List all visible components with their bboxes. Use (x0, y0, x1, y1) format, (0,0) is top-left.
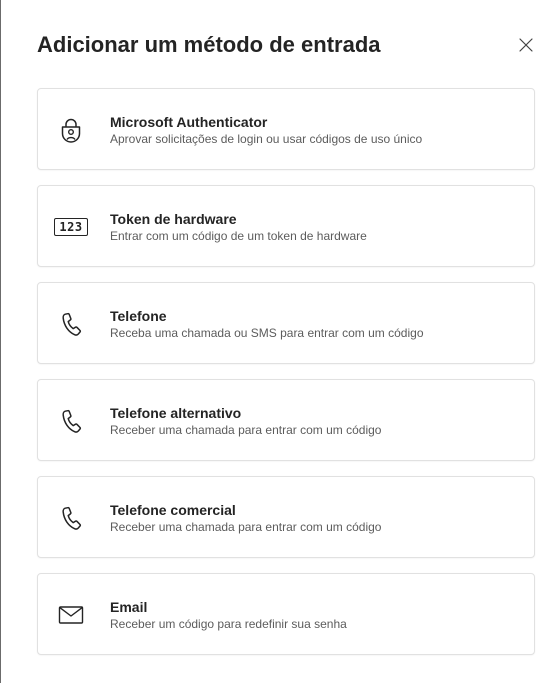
method-description: Entrar com um código de um token de hard… (110, 229, 367, 243)
close-button[interactable] (515, 34, 537, 56)
method-description: Receber uma chamada para entrar com um c… (110, 423, 382, 437)
method-text: Telefone alternativo Receber uma chamada… (110, 405, 522, 438)
method-option-email[interactable]: Email Receber um código para redefinir s… (37, 573, 535, 655)
method-title: Telefone comercial (110, 502, 236, 518)
method-option-office-phone[interactable]: Telefone comercial Receber uma chamada p… (37, 476, 535, 558)
phone-icon (52, 402, 90, 440)
method-option-phone[interactable]: Telefone Receba uma chamada ou SMS para … (37, 282, 535, 364)
hardware-token-icon-label: 123 (54, 218, 88, 236)
method-option-alternate-phone[interactable]: Telefone alternativo Receber uma chamada… (37, 379, 535, 461)
method-description: Receba uma chamada ou SMS para entrar co… (110, 326, 424, 340)
method-title: Token de hardware (110, 211, 237, 227)
method-text: Microsoft Authenticator Aprovar solicita… (110, 114, 522, 147)
method-description: Aprovar solicitações de login ou usar có… (110, 132, 423, 146)
method-option-hardware-token[interactable]: 123 Token de hardware Entrar com um códi… (37, 185, 535, 267)
method-text: Token de hardware Entrar com um código d… (110, 211, 522, 244)
phone-icon (52, 499, 90, 537)
method-description: Receber um código para redefinir sua sen… (110, 617, 347, 631)
method-description: Receber uma chamada para entrar com um c… (110, 520, 382, 534)
add-sign-in-method-dialog: Adicionar um método de entrada Microsoft… (0, 0, 550, 683)
close-icon (519, 38, 533, 52)
method-text: Telefone Receba uma chamada ou SMS para … (110, 308, 522, 341)
method-list: Microsoft Authenticator Aprovar solicita… (37, 88, 535, 670)
method-title: Telefone (110, 308, 167, 324)
method-title: Email (110, 599, 148, 615)
phone-icon (52, 305, 90, 343)
authenticator-lock-icon (52, 111, 90, 149)
method-title: Telefone alternativo (110, 405, 242, 421)
dialog-header: Adicionar um método de entrada (37, 30, 537, 64)
dialog-title: Adicionar um método de entrada (37, 32, 381, 57)
method-text: Telefone comercial Receber uma chamada p… (110, 502, 522, 535)
method-title: Microsoft Authenticator (110, 114, 268, 130)
method-option-microsoft-authenticator[interactable]: Microsoft Authenticator Aprovar solicita… (37, 88, 535, 170)
hardware-token-icon: 123 (52, 208, 90, 246)
mail-icon (52, 596, 90, 634)
method-text: Email Receber um código para redefinir s… (110, 599, 522, 632)
